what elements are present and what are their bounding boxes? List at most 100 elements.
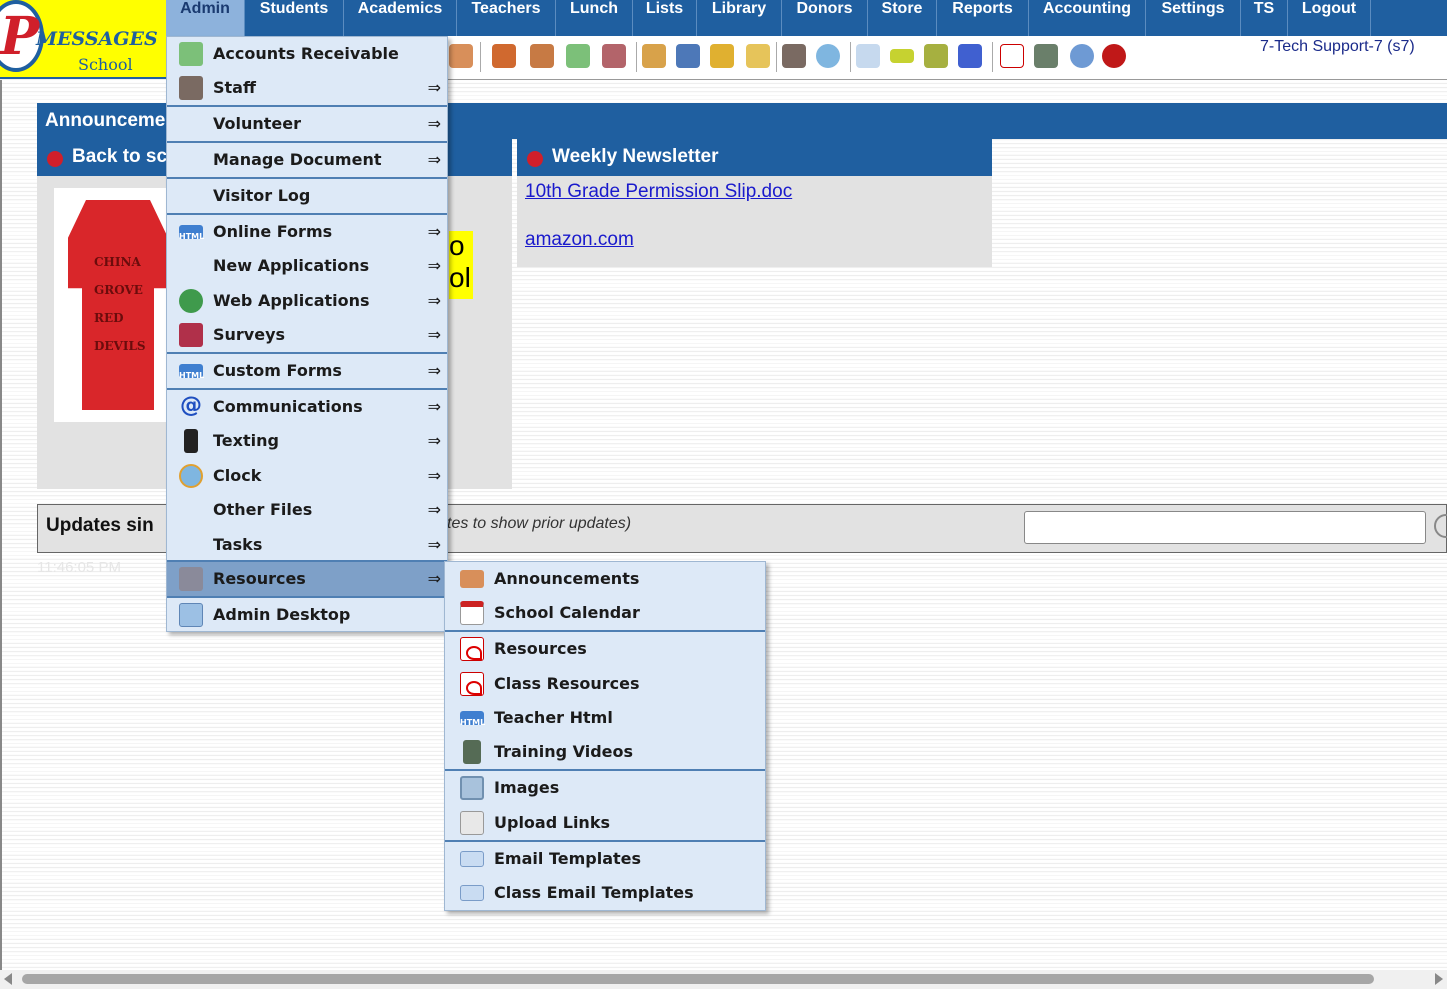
- megaphone-icon[interactable]: [449, 44, 473, 68]
- search-icon[interactable]: [1434, 514, 1447, 538]
- menu-item-tasks[interactable]: Tasks ⇒: [167, 528, 447, 562]
- submenu-item-class-resources[interactable]: Class Resources: [445, 667, 765, 701]
- menu-item-surveys[interactable]: Surveys ⇒: [167, 318, 447, 352]
- submenu-item-announcements[interactable]: Announcements: [445, 562, 765, 596]
- submenu-arrow-icon: ⇒: [427, 569, 441, 588]
- nav-lunch[interactable]: Lunch: [556, 0, 633, 36]
- nav-accounting[interactable]: Accounting: [1029, 0, 1146, 36]
- menu-item-new-applications[interactable]: New Applications ⇒: [167, 249, 447, 283]
- book-icon[interactable]: [676, 44, 700, 68]
- printer-icon[interactable]: [924, 44, 948, 68]
- nav-donors[interactable]: Donors: [782, 0, 868, 36]
- pushpin-icon: [527, 151, 543, 167]
- newsletter-link-permission-slip[interactable]: 10th Grade Permission Slip.doc: [525, 181, 792, 203]
- tshirt-line-1: CHINA GROVE: [94, 255, 143, 297]
- submenu-item-training-videos[interactable]: Training Videos: [445, 735, 765, 769]
- cash-register-icon[interactable]: [1034, 44, 1058, 68]
- nav-settings[interactable]: Settings: [1146, 0, 1241, 36]
- money-icon[interactable]: [566, 44, 590, 68]
- scrollbar-thumb[interactable]: [22, 974, 1374, 984]
- menu-item-label: Volunteer: [213, 114, 302, 133]
- updates-search-input[interactable]: [1024, 511, 1426, 544]
- submenu-arrow-icon: ⇒: [427, 325, 441, 344]
- lunch-icon[interactable]: [642, 44, 666, 68]
- submenu-item-label: Teacher Html: [494, 708, 613, 727]
- school-logo[interactable]: P MESSAGES School 1002: [0, 0, 166, 79]
- clock-icon[interactable]: [816, 44, 840, 68]
- megaphone-icon: [460, 570, 484, 588]
- menu-item-visitor-log[interactable]: Visitor Log: [167, 179, 447, 213]
- submenu-item-class-email-templates[interactable]: Class Email Templates: [445, 876, 765, 910]
- menu-item-staff[interactable]: Staff ⇒: [167, 71, 447, 105]
- submenu-item-upload-links[interactable]: Upload Links: [445, 806, 765, 840]
- ticket-icon[interactable]: [890, 49, 914, 63]
- current-user[interactable]: 7-Tech Support-7 (s7): [1260, 38, 1415, 56]
- submenu-item-teacher-html[interactable]: HTML Teacher Html: [445, 701, 765, 735]
- submenu-arrow-icon: ⇒: [427, 397, 441, 416]
- highlighted-text: o ol: [449, 231, 473, 299]
- nav-students[interactable]: Students: [245, 0, 344, 36]
- submenu-item-label: Class Email Templates: [494, 883, 694, 902]
- menu-item-accounts-receivable[interactable]: Accounts Receivable: [167, 37, 447, 71]
- help-icon[interactable]: [1070, 44, 1094, 68]
- nav-ts[interactable]: TS: [1241, 0, 1288, 36]
- menu-item-custom-forms[interactable]: HTML Custom Forms ⇒: [167, 354, 447, 388]
- spreadsheet-icon[interactable]: [856, 44, 880, 68]
- menu-item-admin-desktop[interactable]: Admin Desktop: [167, 598, 447, 632]
- logo-school-name: School 1002: [78, 55, 133, 77]
- nav-logout[interactable]: Logout: [1288, 0, 1371, 36]
- envelope-icon: [460, 851, 484, 867]
- phone-icon: [184, 429, 198, 453]
- accounts-payable-icon[interactable]: [958, 44, 982, 68]
- logo-brand: MESSAGES: [36, 28, 158, 50]
- power-icon[interactable]: [1102, 44, 1126, 68]
- menu-item-online-forms[interactable]: HTML Online Forms ⇒: [167, 215, 447, 249]
- nav-store[interactable]: Store: [868, 0, 937, 36]
- submenu-item-label: School Calendar: [494, 603, 640, 622]
- scroll-left-icon[interactable]: [4, 973, 12, 985]
- main-nav: Admin Students Academics Teachers Lunch …: [166, 0, 1447, 36]
- scroll-right-icon[interactable]: [1435, 973, 1443, 985]
- menu-item-label: Staff: [213, 78, 256, 97]
- add-student-icon[interactable]: [492, 44, 516, 68]
- broom-icon[interactable]: [710, 44, 734, 68]
- menu-item-volunteer[interactable]: Volunteer ⇒: [167, 107, 447, 141]
- html-icon: HTML: [179, 225, 204, 241]
- menu-item-communications[interactable]: @ Communications ⇒: [167, 390, 447, 424]
- toolbar-divider: [480, 42, 481, 72]
- menu-item-web-applications[interactable]: Web Applications ⇒: [167, 284, 447, 318]
- film-icon: [463, 740, 481, 764]
- nav-academics[interactable]: Academics: [344, 0, 457, 36]
- images-icon: [460, 776, 484, 800]
- pdf-icon: [460, 637, 484, 661]
- nav-admin[interactable]: Admin: [166, 0, 245, 36]
- staff-icon[interactable]: [782, 44, 806, 68]
- student-icon[interactable]: [530, 44, 554, 68]
- horizontal-scrollbar[interactable]: [0, 970, 1447, 989]
- tshirt-print: CHINA GROVE RED DEVILS: [94, 248, 174, 360]
- nav-teachers[interactable]: Teachers: [457, 0, 556, 36]
- submenu-item-school-calendar[interactable]: School Calendar: [445, 596, 765, 630]
- nav-lists[interactable]: Lists: [633, 0, 697, 36]
- menu-item-label: Web Applications: [213, 291, 370, 310]
- menu-item-manage-document[interactable]: Manage Document ⇒: [167, 143, 447, 177]
- submenu-item-label: Email Templates: [494, 849, 642, 868]
- submenu-item-label: Announcements: [494, 569, 640, 588]
- submenu-item-email-templates[interactable]: Email Templates: [445, 842, 765, 876]
- nav-library[interactable]: Library: [697, 0, 782, 36]
- nav-reports[interactable]: Reports: [937, 0, 1029, 36]
- newsletter-link-amazon[interactable]: amazon.com: [525, 229, 634, 251]
- toolbar-divider: [992, 42, 993, 72]
- menu-item-clock[interactable]: Clock ⇒: [167, 459, 447, 493]
- weekly-newsletter-header: Weekly Newsletter: [517, 139, 992, 176]
- submenu-arrow-icon: ⇒: [427, 466, 441, 485]
- menu-item-texting[interactable]: Texting ⇒: [167, 424, 447, 458]
- family-icon[interactable]: [602, 44, 626, 68]
- pdf-icon[interactable]: [1000, 44, 1024, 68]
- submenu-item-resources[interactable]: Resources: [445, 632, 765, 666]
- menu-item-resources[interactable]: Resources ⇒: [167, 562, 447, 596]
- submenu-item-images[interactable]: Images: [445, 771, 765, 805]
- menu-item-other-files[interactable]: Other Files ⇒: [167, 493, 447, 527]
- export-icon[interactable]: [746, 44, 770, 68]
- menu-item-label: Accounts Receivable: [213, 44, 399, 63]
